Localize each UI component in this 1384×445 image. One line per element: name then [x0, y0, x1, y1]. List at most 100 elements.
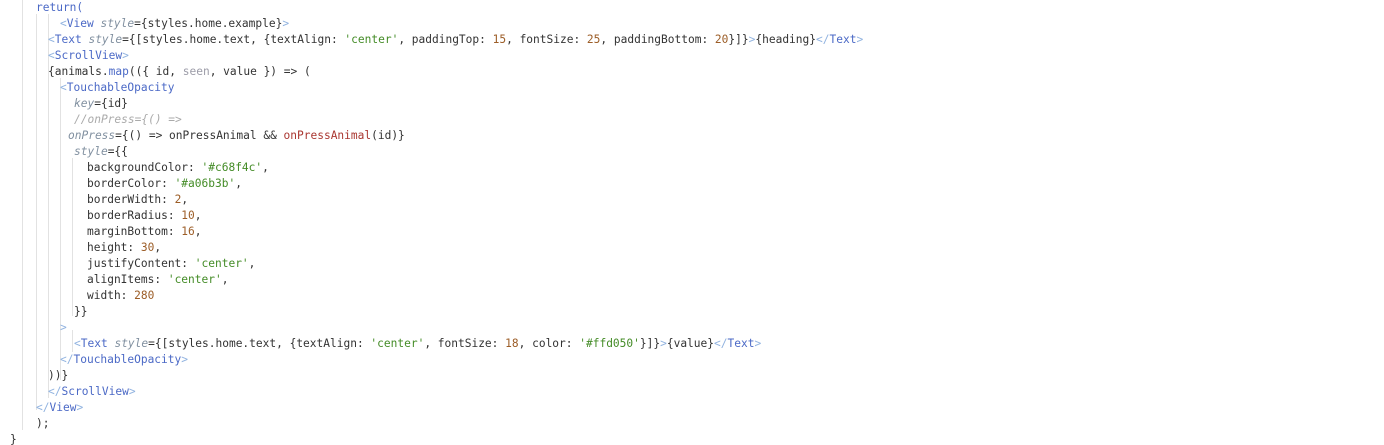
code-line[interactable]: </View>	[36, 400, 83, 416]
code-token: 30	[140, 241, 155, 254]
code-editor[interactable]: return(<View style={styles.home.example}…	[0, 0, 1384, 445]
code-token: , value }) => (	[209, 65, 311, 78]
code-token: 'center'	[344, 33, 399, 46]
code-token: marginBottom:	[87, 225, 182, 238]
code-token: {animals.	[48, 65, 109, 78]
code-line[interactable]: marginBottom: 16,	[87, 224, 202, 240]
code-token: 280	[134, 289, 155, 302]
code-token: <	[74, 337, 81, 350]
code-token: ={() => onPressAnimal &&	[115, 129, 284, 142]
code-token: seen	[182, 65, 210, 78]
code-token: ={[styles.home.text, {textAlign:	[148, 337, 371, 350]
code-token: borderRadius:	[87, 209, 182, 222]
code-token: ={{	[107, 145, 128, 158]
code-line[interactable]: <Text style={[styles.home.text, {textAli…	[48, 32, 863, 48]
indent-guide	[36, 14, 37, 410]
code-line[interactable]: //onPress={() =>	[74, 112, 182, 128]
code-line[interactable]: style={{	[74, 144, 128, 160]
code-token: return(	[36, 1, 84, 14]
code-token: style	[100, 17, 135, 30]
code-token: ={styles.home.example}	[134, 17, 283, 30]
code-token: >	[122, 49, 129, 62]
code-line[interactable]: borderColor: '#a06b3b',	[87, 176, 242, 192]
code-token: borderColor:	[87, 177, 175, 190]
code-token: ,	[154, 241, 162, 254]
code-token: ScrollView	[61, 385, 129, 398]
code-line[interactable]: return(	[36, 0, 83, 16]
code-token: <	[48, 49, 55, 62]
code-token: >	[660, 337, 667, 350]
code-line[interactable]: >	[60, 320, 67, 336]
code-token: View	[49, 401, 77, 414]
code-token: >	[856, 33, 864, 46]
code-token: borderWidth:	[87, 193, 175, 206]
code-line[interactable]: <View style={styles.home.example}>	[60, 16, 289, 32]
code-token: 20	[714, 33, 729, 46]
code-token: 'center'	[370, 337, 425, 350]
code-token: {value}	[666, 337, 714, 350]
code-line[interactable]: </ScrollView>	[48, 384, 136, 400]
code-token: , paddingTop:	[398, 33, 493, 46]
code-line[interactable]: borderRadius: 10,	[87, 208, 202, 224]
code-token: 16	[181, 225, 195, 238]
code-token: </	[60, 353, 74, 366]
code-token: 10	[181, 209, 195, 222]
code-token: ScrollView	[54, 49, 123, 62]
code-line[interactable]: </TouchableOpacity>	[60, 352, 188, 368]
code-token: >	[282, 17, 290, 30]
code-token: }	[10, 433, 17, 445]
code-token: >	[76, 401, 84, 414]
code-line[interactable]: <Text style={[styles.home.text, {textAli…	[74, 336, 761, 352]
code-line[interactable]: );	[36, 416, 49, 432]
code-token: style	[88, 33, 123, 46]
code-token: </	[48, 385, 62, 398]
code-line[interactable]: alignItems: 'center',	[87, 272, 228, 288]
code-token: Text	[54, 33, 82, 46]
code-line[interactable]: borderWidth: 2,	[87, 192, 188, 208]
code-token: '#ffd050'	[579, 337, 640, 350]
code-token: ,	[194, 225, 202, 238]
code-token: onPress	[68, 129, 116, 142]
code-token: , fontSize:	[424, 337, 506, 350]
code-token: Text	[829, 33, 857, 46]
code-token: 'center'	[194, 257, 249, 270]
code-token: '#c68f4c'	[201, 161, 263, 174]
code-token: ,	[221, 273, 229, 286]
code-token: </	[714, 337, 728, 350]
code-token: }]}	[728, 33, 749, 46]
code-token: (({ id,	[128, 65, 183, 78]
code-token: , paddingBottom:	[600, 33, 715, 46]
code-line[interactable]: {animals.map(({ id, seen, value }) => (	[48, 64, 311, 80]
code-token: ={[styles.home.text, {textAlign:	[122, 33, 345, 46]
code-token: , fontSize:	[506, 33, 587, 46]
code-line[interactable]: onPress={() => onPressAnimal && onPressA…	[68, 128, 405, 144]
code-token: ,	[262, 161, 269, 174]
code-token: ))}	[48, 369, 69, 382]
code-token: </	[36, 401, 50, 414]
code-token: >	[60, 321, 67, 334]
code-token: }}	[74, 305, 88, 318]
code-token: >	[128, 385, 136, 398]
code-token: '#a06b3b'	[174, 177, 236, 190]
code-token: width:	[87, 289, 135, 302]
code-token: 25	[586, 33, 601, 46]
code-line[interactable]: justifyContent: 'center',	[87, 256, 255, 272]
code-token: style	[74, 145, 108, 158]
code-token: </	[816, 33, 830, 46]
code-token: >	[181, 353, 189, 366]
code-token: }]}	[639, 337, 661, 350]
code-line[interactable]: backgroundColor: '#c68f4c',	[87, 160, 269, 176]
code-line[interactable]: }	[10, 432, 17, 445]
code-line[interactable]: <ScrollView>	[48, 48, 129, 64]
code-line[interactable]: key={id}	[74, 96, 128, 112]
code-token: TouchableOpacity	[73, 353, 182, 366]
code-token: justifyContent:	[87, 257, 195, 270]
code-line[interactable]: }}	[74, 304, 87, 320]
code-line[interactable]: width: 280	[87, 288, 154, 304]
code-token: //onPress={() =>	[74, 113, 182, 126]
code-token: alignItems:	[87, 273, 168, 286]
code-line[interactable]: height: 30,	[87, 240, 161, 256]
code-line[interactable]: ))}	[48, 368, 68, 384]
code-line[interactable]: <TouchableOpacity	[60, 80, 175, 96]
code-token: TouchableOpacity	[66, 81, 175, 94]
